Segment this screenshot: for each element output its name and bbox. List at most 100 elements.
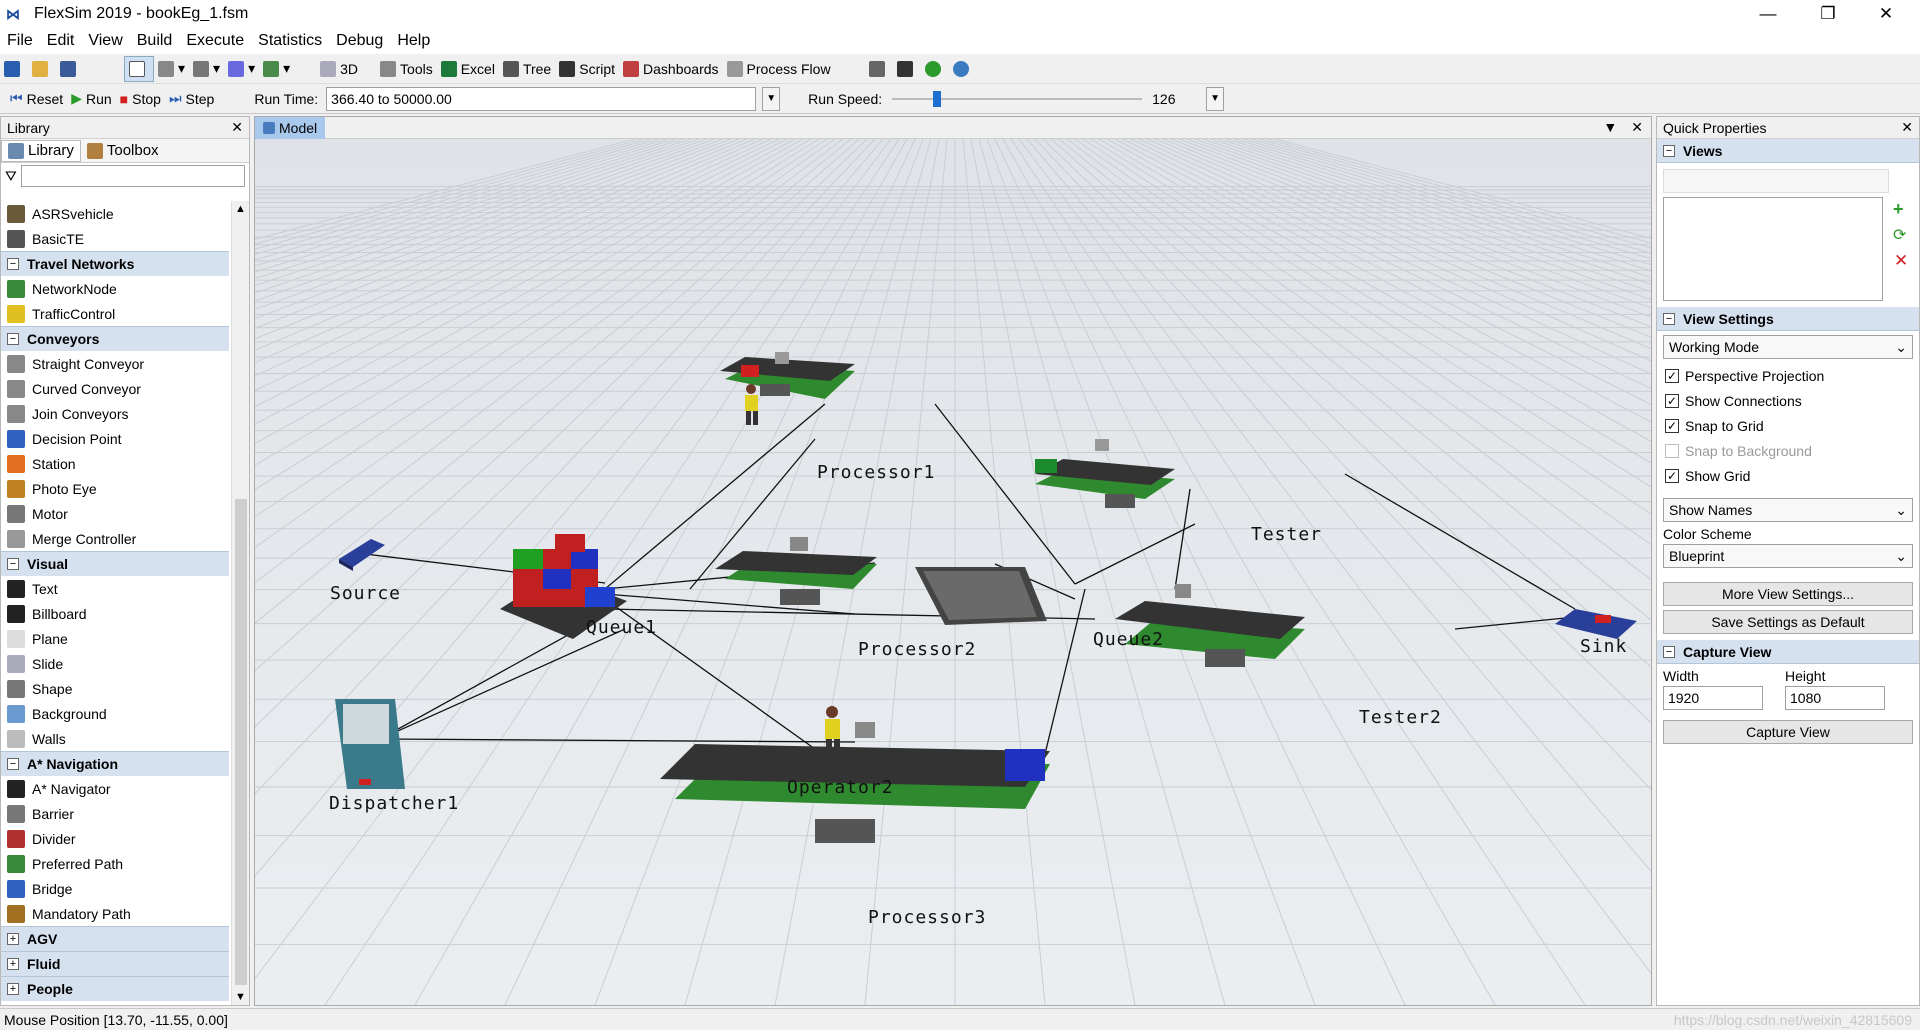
reset-button[interactable]: ⏮ Reset (6, 86, 67, 112)
delete-view-icon[interactable]: ✕ (1894, 251, 1908, 271)
library-item[interactable]: Slide (1, 651, 229, 676)
create-mode-button[interactable]: ▾ (224, 56, 259, 82)
layout-button[interactable] (865, 56, 893, 82)
library-category[interactable]: + Fluid (1, 951, 229, 976)
more-view-settings-button[interactable]: More View Settings... (1663, 582, 1913, 606)
tools-button[interactable]: Tools (376, 56, 437, 82)
run-button[interactable]: ▶ Run (67, 86, 115, 112)
view-setting-checkbox[interactable]: ✓ Snap to Grid (1657, 413, 1919, 438)
scroll-up-icon[interactable]: ▲ (235, 203, 246, 215)
disconnect-mode-button[interactable]: ▾ (189, 56, 224, 82)
library-close-icon[interactable]: ✕ (231, 119, 243, 136)
view-setting-checkbox[interactable]: Snap to Background (1657, 438, 1919, 463)
library-item[interactable]: Photo Eye (1, 476, 229, 501)
library-item[interactable]: Mandatory Path (1, 901, 229, 926)
library-item[interactable]: Walls (1, 726, 229, 751)
show-names-select[interactable]: Show Names ⌄ (1663, 498, 1913, 522)
library-item[interactable]: Motor (1, 501, 229, 526)
menu-file[interactable]: File (0, 32, 40, 50)
capture-width-input[interactable]: 1920 (1663, 686, 1763, 710)
library-item[interactable]: Station (1, 451, 229, 476)
library-category[interactable]: − Visual (1, 551, 229, 576)
menu-help[interactable]: Help (390, 32, 437, 50)
excel-button[interactable]: Excel (437, 56, 499, 82)
section-views[interactable]: − Views (1657, 139, 1919, 163)
open-button[interactable] (28, 56, 56, 82)
filter-input[interactable] (20, 165, 245, 187)
library-item[interactable]: Text (1, 576, 229, 601)
scroll-thumb[interactable] (235, 499, 247, 985)
library-item[interactable]: Join Conveyors (1, 401, 229, 426)
dashboards-button[interactable]: Dashboards (619, 56, 723, 82)
section-view-settings[interactable]: − View Settings (1657, 307, 1919, 331)
library-category[interactable]: − Travel Networks (1, 251, 229, 276)
run-time-dropdown[interactable]: ▼ (762, 86, 781, 111)
connect-mode-button[interactable]: ▾ (154, 56, 189, 82)
section-capture-view[interactable]: − Capture View (1657, 640, 1919, 664)
library-item[interactable]: BasicTE (1, 226, 229, 251)
refresh-view-icon[interactable]: ⟳ (1893, 225, 1906, 245)
save-settings-default-button[interactable]: Save Settings as Default (1663, 610, 1913, 634)
run-speed-slider[interactable] (892, 89, 1143, 109)
library-item[interactable]: Merge Controller (1, 526, 229, 551)
menu-statistics[interactable]: Statistics (251, 32, 329, 50)
select-mode-button[interactable] (124, 55, 154, 82)
library-scrollbar[interactable]: ▲ ▼ (231, 201, 249, 1005)
tab-toolbox[interactable]: Toolbox (81, 140, 165, 162)
views-list[interactable] (1663, 197, 1883, 301)
dispatcher1-object[interactable] (335, 699, 405, 789)
library-item[interactable]: Bridge (1, 876, 229, 901)
library-item[interactable]: Preferred Path (1, 851, 229, 876)
minimize-button[interactable]: — (1744, 0, 1792, 28)
model-close-icon[interactable]: ✕ (1631, 119, 1643, 135)
color-scheme-select[interactable]: Blueprint ⌄ (1663, 544, 1913, 568)
view-setting-checkbox[interactable]: ✓ Show Grid (1657, 463, 1919, 488)
library-category[interactable]: + People (1, 976, 229, 1001)
library-item[interactable]: Straight Conveyor (1, 351, 229, 376)
library-item[interactable]: A* Navigator (1, 776, 229, 801)
stop-button[interactable]: ■ Stop (116, 86, 165, 112)
tab-library[interactable]: Library (1, 139, 81, 162)
library-item[interactable]: Billboard (1, 601, 229, 626)
library-category[interactable]: + AGV (1, 926, 229, 951)
tab-menu-icon[interactable]: ▼ (1603, 119, 1617, 135)
restore-button[interactable]: ❐ (1804, 0, 1852, 28)
menu-build[interactable]: Build (130, 32, 180, 50)
library-item[interactable]: Curved Conveyor (1, 376, 229, 401)
script-button[interactable]: Script (555, 56, 619, 82)
library-item[interactable]: Decision Point (1, 426, 229, 451)
view-setting-checkbox[interactable]: ✓ Show Connections (1657, 388, 1919, 413)
library-item[interactable]: ASRSvehicle (1, 201, 229, 226)
library-item[interactable]: TrafficControl (1, 301, 229, 326)
library-item[interactable]: NetworkNode (1, 276, 229, 301)
tab-model[interactable]: Model (255, 116, 326, 139)
menu-debug[interactable]: Debug (329, 32, 390, 50)
online-button[interactable] (949, 56, 977, 82)
step-button[interactable]: ⏭ Step (165, 86, 218, 112)
new-button[interactable] (0, 56, 28, 82)
library-item[interactable]: Shape (1, 676, 229, 701)
view-name-input[interactable] (1663, 169, 1889, 193)
tree-button[interactable]: Tree (499, 56, 555, 82)
library-category[interactable]: − Conveyors (1, 326, 229, 351)
library-item[interactable]: Background (1, 701, 229, 726)
group-mode-button[interactable]: ▾ (259, 56, 294, 82)
working-mode-select[interactable]: Working Mode ⌄ (1663, 335, 1913, 359)
view-setting-checkbox[interactable]: ✓ Perspective Projection (1657, 363, 1919, 388)
menu-execute[interactable]: Execute (179, 32, 251, 50)
library-item[interactable]: Barrier (1, 801, 229, 826)
capture-height-input[interactable]: 1080 (1785, 686, 1885, 710)
scroll-down-icon[interactable]: ▼ (235, 991, 246, 1003)
slider-thumb[interactable] (933, 90, 942, 107)
menu-edit[interactable]: Edit (40, 32, 82, 50)
model-3d-view[interactable] (255, 139, 1651, 1005)
menu-view[interactable]: View (81, 32, 129, 50)
quick-properties-close-icon[interactable]: ✕ (1901, 119, 1913, 136)
library-item[interactable]: Divider (1, 826, 229, 851)
run-speed-dropdown[interactable]: ▼ (1206, 86, 1225, 111)
save-button[interactable] (56, 56, 84, 82)
library-category[interactable]: − A* Navigation (1, 751, 229, 776)
process-flow-button[interactable]: Process Flow (723, 56, 835, 82)
library-item[interactable]: Plane (1, 626, 229, 651)
run-time-field[interactable]: 366.40 to 50000.00 (326, 86, 757, 111)
